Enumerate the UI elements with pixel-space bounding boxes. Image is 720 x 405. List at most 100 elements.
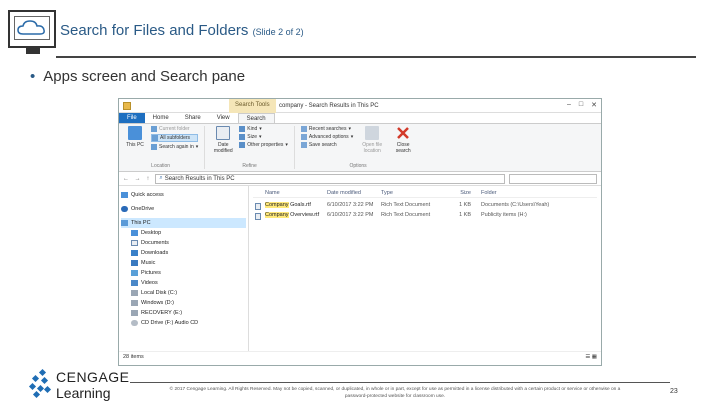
column-date[interactable]: Date modified xyxy=(327,190,381,196)
tab-file[interactable]: File xyxy=(119,113,145,123)
address-bar[interactable]: ⌕ Search Results in This PC xyxy=(155,173,505,184)
nav-documents[interactable]: Documents xyxy=(121,238,246,248)
save-icon xyxy=(300,142,307,148)
minimize-button[interactable]: – xyxy=(567,101,571,109)
nav-recovery[interactable]: RECOVERY (E:) xyxy=(121,308,246,318)
search-results-icon: ⌕ xyxy=(159,175,163,181)
all-subfolders-button[interactable]: All subfolders xyxy=(151,134,199,142)
onedrive-icon xyxy=(121,206,128,212)
search-tools-tab[interactable]: Search Tools xyxy=(229,99,276,113)
footer-divider xyxy=(130,382,670,383)
size-icon xyxy=(239,134,246,140)
kind-icon xyxy=(239,126,246,132)
nav-this-pc[interactable]: This PC xyxy=(121,218,246,228)
slide-subtitle: (Slide 2 of 2) xyxy=(252,27,304,37)
column-name[interactable]: Name xyxy=(253,190,327,196)
nav-pictures[interactable]: Pictures xyxy=(121,268,246,278)
documents-icon xyxy=(131,240,138,246)
window-title: company - Search Results in This PC xyxy=(279,103,379,109)
kind-button[interactable]: Kind ▾ xyxy=(239,126,288,132)
maximize-button[interactable]: □ xyxy=(579,101,583,109)
nav-music[interactable]: Music xyxy=(121,258,246,268)
file-name-rest: Overview.rtf xyxy=(288,212,320,218)
nav-desktop[interactable]: Desktop xyxy=(121,228,246,238)
recent-searches-button[interactable]: Recent searches ▾ xyxy=(300,126,353,132)
navigation-arrows-icon[interactable]: ← → ↑ xyxy=(123,176,151,182)
nav-quick-access[interactable]: Quick access xyxy=(121,190,246,200)
drive-icon xyxy=(131,300,138,306)
drive-icon xyxy=(131,310,138,316)
document-icon xyxy=(255,213,261,220)
videos-icon xyxy=(131,280,138,286)
bullet-point: • Apps screen and Search pane xyxy=(30,68,246,85)
this-pc-label: This PC xyxy=(126,142,144,148)
music-icon xyxy=(131,260,138,266)
search-again-button[interactable]: Search again in ▾ xyxy=(151,144,198,150)
nav-videos[interactable]: Videos xyxy=(121,278,246,288)
computer-icon xyxy=(121,220,128,226)
search-input[interactable] xyxy=(509,173,597,184)
file-list: Name Date modified Type Size Folder Comp… xyxy=(249,186,601,351)
copyright-line-1: © 2017 Cengage Learning. All Rights Rese… xyxy=(169,387,621,392)
nav-label: OneDrive xyxy=(131,206,155,212)
highlighted-match: Company xyxy=(265,202,289,208)
nav-cd-drive[interactable]: CD Drive (F:) Audio CD xyxy=(121,318,246,328)
advanced-options-label: Advanced options xyxy=(308,134,349,140)
nav-label: Desktop xyxy=(141,230,162,236)
nav-label: Documents xyxy=(141,240,169,246)
save-search-button[interactable]: Save search xyxy=(300,142,353,148)
open-folder-icon xyxy=(365,126,380,140)
nav-label: Windows (D:) xyxy=(141,300,175,306)
nav-onedrive[interactable]: OneDrive xyxy=(121,204,246,214)
close-window-button[interactable]: ✕ xyxy=(591,101,597,109)
size-label: Size xyxy=(247,134,257,140)
folder-tree-icon xyxy=(152,135,158,141)
current-folder-label: Current folder xyxy=(159,126,190,132)
current-folder-button[interactable]: Current folder xyxy=(151,126,198,132)
title-bar: Search Tools company - Search Results in… xyxy=(119,99,601,113)
column-type[interactable]: Type xyxy=(381,190,441,196)
this-pc-button[interactable]: This PC xyxy=(123,126,147,163)
tab-home[interactable]: Home xyxy=(145,113,177,123)
nav-label: Videos xyxy=(141,280,158,286)
folder-icon xyxy=(151,126,157,132)
column-size[interactable]: Size xyxy=(441,190,481,196)
kind-label: Kind xyxy=(247,126,258,132)
computer-monitor-icon xyxy=(8,10,56,54)
cengage-logo: CENGAGE Learning xyxy=(28,366,130,402)
table-row[interactable]: Company Goals.rtf 6/10/2017 3:22 PM Rich… xyxy=(253,200,597,210)
other-properties-button[interactable]: Other properties ▾ xyxy=(239,142,288,148)
address-text: Search Results in This PC xyxy=(164,175,235,182)
computer-icon xyxy=(128,126,142,140)
advanced-options-icon xyxy=(300,134,307,140)
slide-title-text: Search for Files and Folders xyxy=(60,22,249,39)
advanced-options-button[interactable]: Advanced options ▾ xyxy=(300,134,353,140)
column-folder[interactable]: Folder xyxy=(481,190,597,196)
tab-view[interactable]: View xyxy=(209,113,238,123)
date-modified-button[interactable]: Date modified xyxy=(211,126,235,163)
view-toggle-icon[interactable]: ☰ ▦ xyxy=(585,354,597,361)
ribbon-group-options: Recent searches ▾ Advanced options ▾ Sav… xyxy=(300,126,421,169)
nav-downloads[interactable]: Downloads xyxy=(121,248,246,258)
open-file-location-button[interactable]: Open file location xyxy=(357,126,387,163)
nav-label: Music xyxy=(141,260,156,266)
cloud-icon xyxy=(14,16,50,40)
file-type: Rich Text Document xyxy=(381,212,431,218)
properties-icon xyxy=(239,142,246,148)
open-file-location-label: Open file location xyxy=(362,142,383,154)
close-search-button[interactable]: Close search xyxy=(391,126,415,163)
size-button[interactable]: Size ▾ xyxy=(239,134,288,140)
file-name-rest: Goals.rtf xyxy=(288,202,311,208)
file-size: 1 KB xyxy=(459,202,471,208)
slide-title: Search for Files and Folders (Slide 2 of… xyxy=(60,22,304,39)
file-explorer-window: Search Tools company - Search Results in… xyxy=(118,98,602,366)
cd-icon xyxy=(131,320,138,326)
tab-search[interactable]: Search xyxy=(237,113,275,123)
download-icon xyxy=(131,250,138,256)
close-icon xyxy=(396,126,410,140)
nav-local-disk[interactable]: Local Disk (C:) xyxy=(121,288,246,298)
nav-windows-drive[interactable]: Windows (D:) xyxy=(121,298,246,308)
tab-share[interactable]: Share xyxy=(177,113,209,123)
item-count: 28 items xyxy=(123,354,144,360)
table-row[interactable]: Company Overview.rtf 6/10/2017 3:22 PM R… xyxy=(253,210,597,220)
